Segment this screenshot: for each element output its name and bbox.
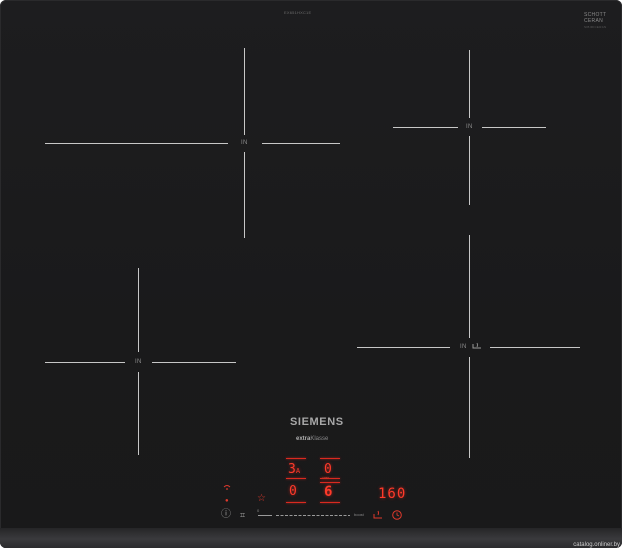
display-indicator-line (320, 482, 340, 483)
zone-markings (45, 48, 580, 516)
display-indicator-line (286, 478, 306, 479)
sub-brand: extraKlasse (296, 436, 328, 442)
sub-brand-rest: Klasse (310, 436, 329, 442)
zone-label-bottom-right: IN (460, 344, 467, 350)
zone-label-top-right: IN (466, 124, 473, 130)
power-level-value: 3 (288, 462, 296, 477)
display-indicator-line (320, 458, 340, 459)
cooktop-glass: EX651HXC1E SCHOTT CERAN SIBIRICERAN IN I… (0, 0, 622, 548)
frying-sensor-zone-icon (472, 342, 481, 349)
power-display-top-left[interactable]: 3A (288, 462, 300, 477)
zone-label-top-left: IN (241, 140, 248, 146)
slider-end-label[interactable]: boost (354, 512, 364, 517)
glass-sub: SIBIRICERAN (584, 25, 607, 29)
watermark: catalog.onliner.by (573, 542, 620, 548)
brand-logo: SIEMENS (290, 416, 344, 428)
star-icon[interactable]: ☆ (257, 494, 266, 504)
timer-icon[interactable] (391, 509, 403, 521)
info-icon[interactable]: ⓘ (221, 510, 231, 520)
power-display-bottom-right[interactable]: 6 (324, 484, 332, 500)
power-display-top-right[interactable]: 0 (324, 462, 332, 477)
power-display-bottom-left[interactable]: 0 (289, 484, 297, 499)
power-slider[interactable] (258, 512, 350, 520)
small-display-label: CMBF (322, 476, 330, 480)
frying-sensor-icon[interactable] (372, 509, 384, 521)
display-indicator-line (286, 502, 306, 503)
zone-label-bottom-left: IN (135, 359, 142, 365)
wifi-icon[interactable] (223, 484, 231, 493)
display-indicator-line (320, 502, 340, 503)
display-indicator-line (286, 458, 306, 459)
glass-logo: SCHOTT CERAN SIBIRICERAN (584, 12, 614, 30)
model-code: EX651HXC1E (284, 10, 312, 15)
hob-front-edge (0, 528, 622, 548)
sub-brand-bold: extra (296, 436, 311, 442)
power-level-suffix: A (295, 467, 301, 475)
lock-icon[interactable]: ⌗ (240, 510, 245, 520)
power-indicator-dot: ● (225, 498, 229, 504)
wifi-icon-glyph (223, 485, 231, 490)
timer-display[interactable]: 160 (378, 486, 406, 502)
